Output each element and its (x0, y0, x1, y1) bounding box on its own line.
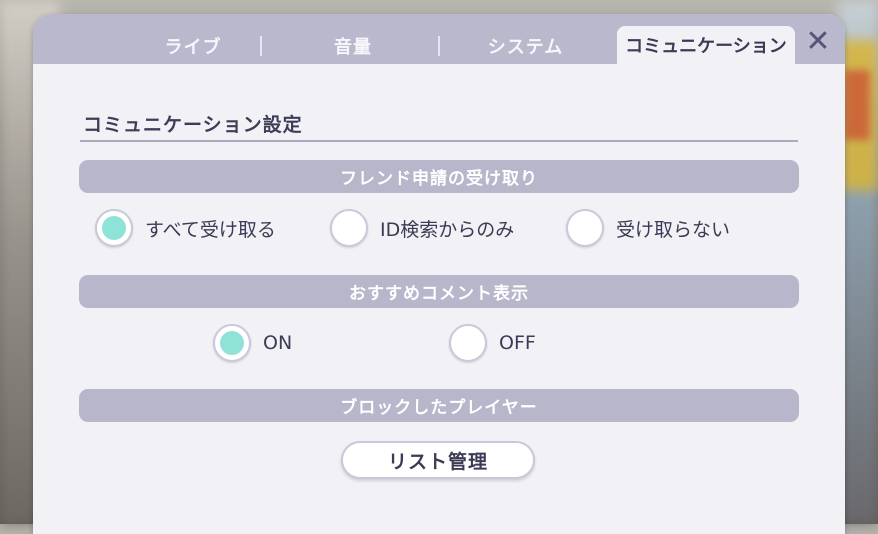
radio-button[interactable] (449, 324, 487, 362)
tab-volume[interactable]: 音量 (273, 28, 433, 64)
close-icon[interactable]: ✕ (801, 24, 835, 59)
radio-label: OFF (499, 332, 536, 354)
radio-selected-dot (102, 216, 126, 240)
section-title: コミュニケーション設定 (83, 114, 303, 136)
radio-button[interactable] (213, 324, 251, 362)
radio-button[interactable] (566, 209, 604, 247)
friend-request-header: フレンド申請の受け取り (79, 160, 799, 193)
radio-label: すべて受け取る (145, 218, 276, 241)
radio-id-search-only[interactable]: ID検索からのみ (330, 209, 514, 247)
tab-live[interactable]: ライブ (113, 28, 273, 64)
radio-off[interactable]: OFF (449, 324, 536, 362)
list-manage-button[interactable]: リスト管理 (341, 441, 535, 479)
tab-divider (260, 36, 262, 56)
radio-button[interactable] (330, 209, 368, 247)
tab-system[interactable]: システム (438, 28, 613, 64)
radio-on[interactable]: ON (213, 324, 292, 362)
recommend-comment-header: おすすめコメント表示 (79, 275, 799, 308)
radio-reject-all[interactable]: 受け取らない (566, 209, 730, 247)
radio-label: ID検索からのみ (380, 218, 515, 241)
blocked-players-header: ブロックしたプレイヤー (79, 389, 799, 422)
radio-button[interactable] (95, 209, 133, 247)
settings-panel: ライブ 音量 システム コミュニケーション ✕ コミュニケーション設定 フレンド… (33, 14, 845, 534)
background-sign-accent (844, 70, 870, 140)
section-divider (80, 140, 798, 142)
tab-bar: ライブ 音量 システム コミュニケーション ✕ (33, 14, 845, 64)
radio-selected-dot (220, 331, 244, 355)
radio-label: ON (263, 332, 293, 354)
radio-accept-all[interactable]: すべて受け取る (95, 209, 276, 247)
radio-label: 受け取らない (616, 218, 731, 241)
tab-communication[interactable]: コミュニケーション (617, 26, 795, 64)
